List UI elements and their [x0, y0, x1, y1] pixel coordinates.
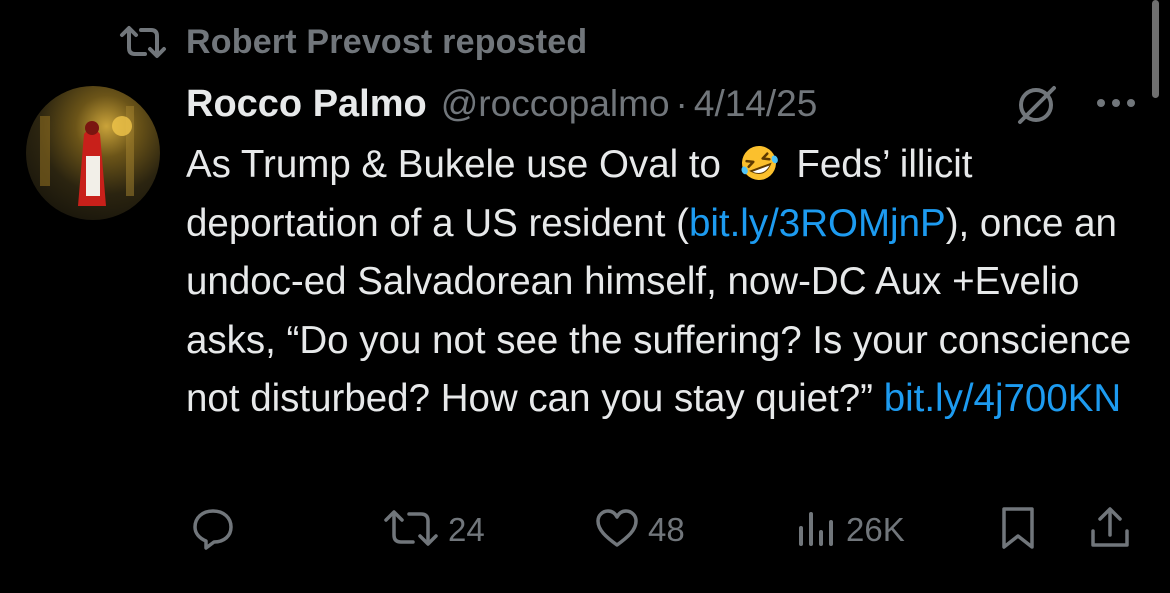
author-name[interactable]: Rocco Palmo	[186, 83, 427, 126]
share-button[interactable]	[1088, 500, 1132, 560]
like-count: 48	[648, 511, 685, 548]
reply-button[interactable]	[190, 500, 236, 560]
author-handle[interactable]: @roccopalmo	[441, 83, 670, 125]
bookmark-button[interactable]	[1000, 500, 1036, 560]
tweet-header: Rocco Palmo @roccopalmo · 4/14/25	[186, 78, 817, 130]
repost-icon	[118, 22, 168, 62]
link-2[interactable]: bit.ly/4j700KN	[884, 377, 1122, 420]
scrollbar[interactable]	[1152, 0, 1159, 98]
repost-count: 24	[448, 511, 485, 548]
bookmark-icon	[1000, 505, 1036, 556]
tweet-text-part: As Trump & Bukele use Oval to	[186, 143, 732, 186]
tweet-date[interactable]: 4/14/25	[694, 83, 817, 125]
action-bar: 24 48 26K	[0, 500, 1170, 560]
avatar[interactable]	[26, 86, 160, 220]
separator-dot: ·	[675, 83, 688, 124]
repost-icon	[382, 508, 440, 553]
like-button[interactable]: 48	[594, 500, 685, 560]
rolling-on-floor-laughing-emoji	[734, 142, 784, 182]
views-count: 26K	[846, 511, 905, 548]
grok-icon[interactable]	[1012, 82, 1062, 126]
more-options-icon[interactable]	[1094, 88, 1138, 118]
views-button[interactable]: 26K	[796, 500, 905, 560]
link-1[interactable]: bit.ly/3ROMjnP	[689, 202, 946, 245]
tweet-text: As Trump & Bukele use Oval to Feds’ illi…	[186, 136, 1146, 429]
views-icon	[796, 508, 838, 553]
repost-indicator: Robert Prevost reposted	[118, 22, 587, 62]
repost-button[interactable]: 24	[382, 500, 485, 560]
heart-icon	[594, 507, 640, 554]
share-icon	[1088, 505, 1132, 556]
repost-label[interactable]: Robert Prevost reposted	[186, 23, 587, 62]
reply-icon	[190, 505, 236, 556]
